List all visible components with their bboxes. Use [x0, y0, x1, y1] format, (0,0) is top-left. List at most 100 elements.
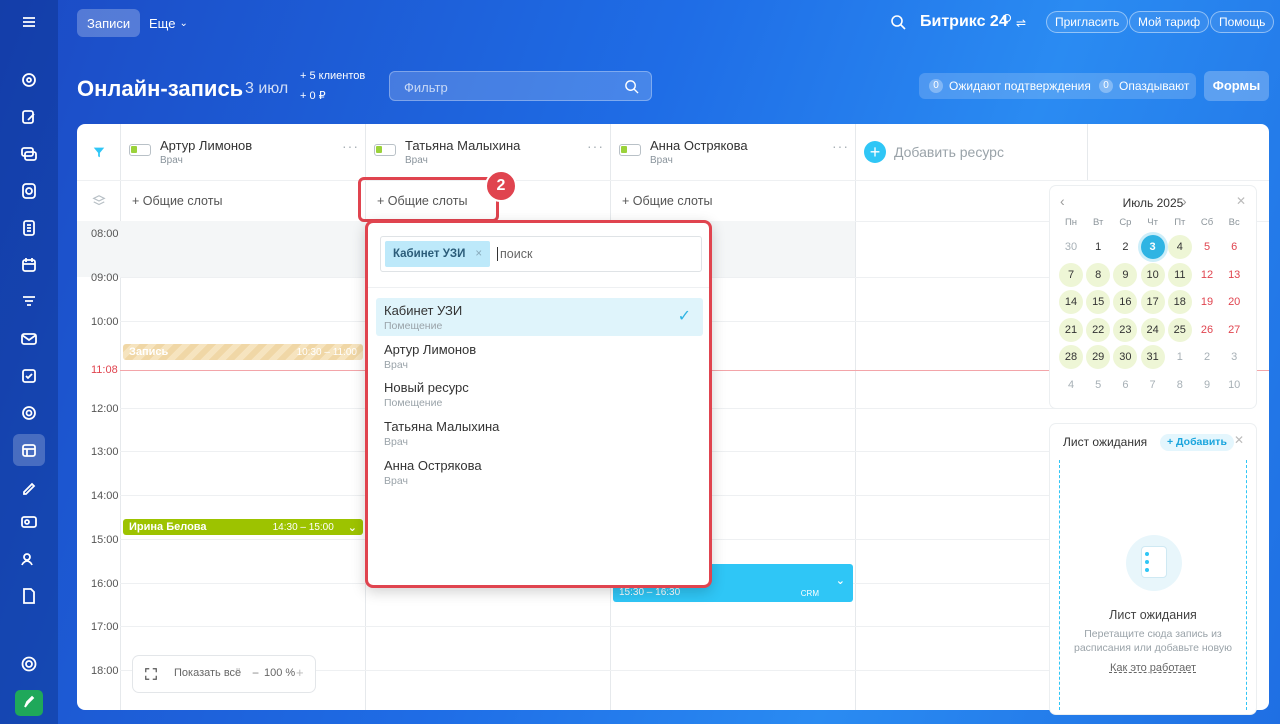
common-slots-1[interactable]: + Общие слоты [132, 194, 222, 208]
calendar-day[interactable]: 16 [1113, 290, 1138, 314]
more-icon[interactable]: ··· [832, 138, 849, 154]
calendar-day[interactable]: 30 [1113, 345, 1138, 369]
calendar-day[interactable]: 15 [1086, 290, 1111, 314]
chat-icon[interactable] [15, 140, 43, 168]
calendar-day[interactable]: 27 [1222, 318, 1246, 342]
calendar-day[interactable]: 8 [1086, 262, 1111, 287]
layers-icon[interactable] [92, 194, 106, 208]
calendar-day[interactable]: 31 [1140, 345, 1165, 369]
late-label[interactable]: Опаздывают [1119, 79, 1189, 93]
calendar-day[interactable]: 18 [1167, 290, 1192, 314]
zoom-minus-button[interactable]: − [252, 666, 259, 680]
calendar-day[interactable]: 23 [1113, 317, 1138, 342]
chevron-down-icon[interactable]: ⌄ [348, 521, 357, 534]
add-resource-button[interactable]: + Добавить ресурс [864, 140, 1004, 164]
booking-icon[interactable] [13, 434, 45, 466]
calendar-icon[interactable] [15, 251, 43, 279]
calendar-day[interactable]: 3 [1222, 345, 1246, 369]
calendar-day[interactable]: 22 [1086, 317, 1111, 342]
document-icon[interactable] [15, 214, 43, 242]
calendar-day[interactable]: 9 [1113, 262, 1138, 287]
settings-icon[interactable] [15, 650, 43, 678]
feed-icon[interactable] [15, 66, 43, 94]
calendar-day[interactable]: 13 [1222, 263, 1246, 287]
sliders-icon[interactable]: ⇌ [1016, 16, 1026, 30]
sign-icon[interactable] [15, 473, 43, 501]
filter-input[interactable]: Фильтр [389, 71, 652, 101]
calendar-day[interactable]: 26 [1195, 318, 1219, 342]
how-it-works-link[interactable]: Как это работает [1060, 662, 1246, 674]
invite-button[interactable]: Пригласить [1046, 11, 1129, 33]
tab-records[interactable]: Записи [77, 9, 141, 37]
event-irina-belova[interactable]: Ирина Белова 14:30 – 15:00 ⌄ [123, 519, 363, 535]
calendar-day[interactable]: 7 [1141, 373, 1165, 397]
rocket-icon[interactable] [15, 690, 43, 716]
target-icon[interactable] [15, 399, 43, 427]
calendar-day[interactable]: 9 [1195, 373, 1219, 397]
users-icon[interactable] [15, 545, 43, 573]
chevron-down-icon[interactable]: ⌄ [836, 574, 845, 587]
calendar-day[interactable]: 2 [1113, 235, 1137, 259]
calendar-day[interactable]: 24 [1140, 317, 1165, 342]
calendar-day[interactable]: 28 [1059, 345, 1083, 369]
calendar-day[interactable]: 10 [1140, 262, 1165, 287]
calendar-day[interactable]: 5 [1086, 373, 1110, 397]
file-icon[interactable] [15, 582, 43, 610]
dropdown-search-field[interactable]: Кабинет УЗИ × поиск [380, 236, 702, 272]
tab-more[interactable]: Еще ⌄ [139, 9, 198, 37]
search-icon[interactable] [890, 14, 906, 30]
selected-tag[interactable]: Кабинет УЗИ × [385, 241, 491, 267]
contact-card-icon[interactable] [15, 508, 43, 536]
remove-tag-icon[interactable]: × [475, 248, 482, 260]
tariff-button[interactable]: Мой тариф [1129, 11, 1210, 33]
calendar-day[interactable]: 17 [1140, 290, 1165, 314]
calendar-day[interactable]: 29 [1086, 345, 1111, 369]
resource-header-1[interactable]: Артур Лимонов Врач [160, 138, 252, 166]
waitlist-dropzone[interactable]: Лист ожидания Перетащите сюда запись из … [1059, 460, 1247, 710]
help-button[interactable]: Помощь [1210, 11, 1275, 33]
calendar-day[interactable]: 1 [1168, 345, 1192, 369]
calendar-day[interactable]: 19 [1195, 290, 1219, 314]
calendar-day[interactable]: 20 [1222, 290, 1246, 314]
calendar-day[interactable]: 5 [1195, 235, 1219, 259]
calendar-day[interactable]: 25 [1167, 317, 1192, 342]
calendar-day[interactable]: 1 [1086, 235, 1110, 259]
calendar-day[interactable]: 14 [1059, 290, 1083, 314]
waitlist-close-icon[interactable]: ✕ [1234, 433, 1244, 447]
calendar-day[interactable]: 8 [1168, 373, 1192, 397]
calendar-day[interactable]: 6 [1113, 373, 1137, 397]
tasks-edit-icon[interactable] [15, 103, 43, 131]
calendar-day[interactable]: 2 [1195, 345, 1219, 369]
option-anna-ostryakova[interactable]: Анна Острякова Врач [376, 453, 703, 491]
more-icon[interactable]: ··· [587, 138, 604, 154]
option-artur-limonov[interactable]: Артур Лимонов Врач [376, 337, 703, 375]
calendar-day[interactable]: 6 [1222, 235, 1246, 259]
option-new-resource[interactable]: Новый ресурс Помещение [376, 375, 703, 413]
calendar-day[interactable]: 11 [1167, 262, 1192, 287]
filter-funnel-icon[interactable] [92, 145, 106, 159]
calendar-day[interactable]: 4 [1167, 235, 1192, 259]
more-icon[interactable]: ··· [342, 138, 359, 154]
funnel-icon[interactable] [15, 288, 43, 316]
next-month-icon[interactable]: › [1182, 193, 1187, 209]
show-all-button[interactable]: Показать всё [174, 667, 241, 679]
calendar-day[interactable]: 10 [1222, 373, 1246, 397]
checkbox-icon[interactable] [15, 362, 43, 390]
calendar-day[interactable]: 4 [1059, 373, 1083, 397]
waitlist-add-button[interactable]: + Добавить [1160, 434, 1234, 451]
calendar-day[interactable]: 3 [1140, 235, 1165, 259]
calendar-day[interactable]: 12 [1195, 263, 1219, 287]
event-record[interactable]: Запись 10:30 – 11:00 [123, 344, 363, 360]
zoom-plus-button[interactable]: + [296, 665, 304, 680]
mail-icon[interactable] [15, 325, 43, 353]
calendar-day[interactable]: 30 [1059, 235, 1083, 259]
expand-icon[interactable] [144, 667, 158, 681]
pending-label[interactable]: Ожидают подтверждения [949, 79, 1091, 93]
calendar-day[interactable]: 7 [1059, 262, 1083, 287]
option-uzi-room[interactable]: Кабинет УЗИ Помещение ✓ [376, 298, 703, 336]
option-tatiana-malykhina[interactable]: Татьяна Малыхина Врач [376, 414, 703, 452]
drive-icon[interactable] [15, 177, 43, 205]
forms-button[interactable]: Формы [1204, 71, 1269, 101]
collapse-icon[interactable]: ✕ [1236, 194, 1246, 208]
resource-header-2[interactable]: Татьяна Малыхина Врач [405, 138, 520, 166]
